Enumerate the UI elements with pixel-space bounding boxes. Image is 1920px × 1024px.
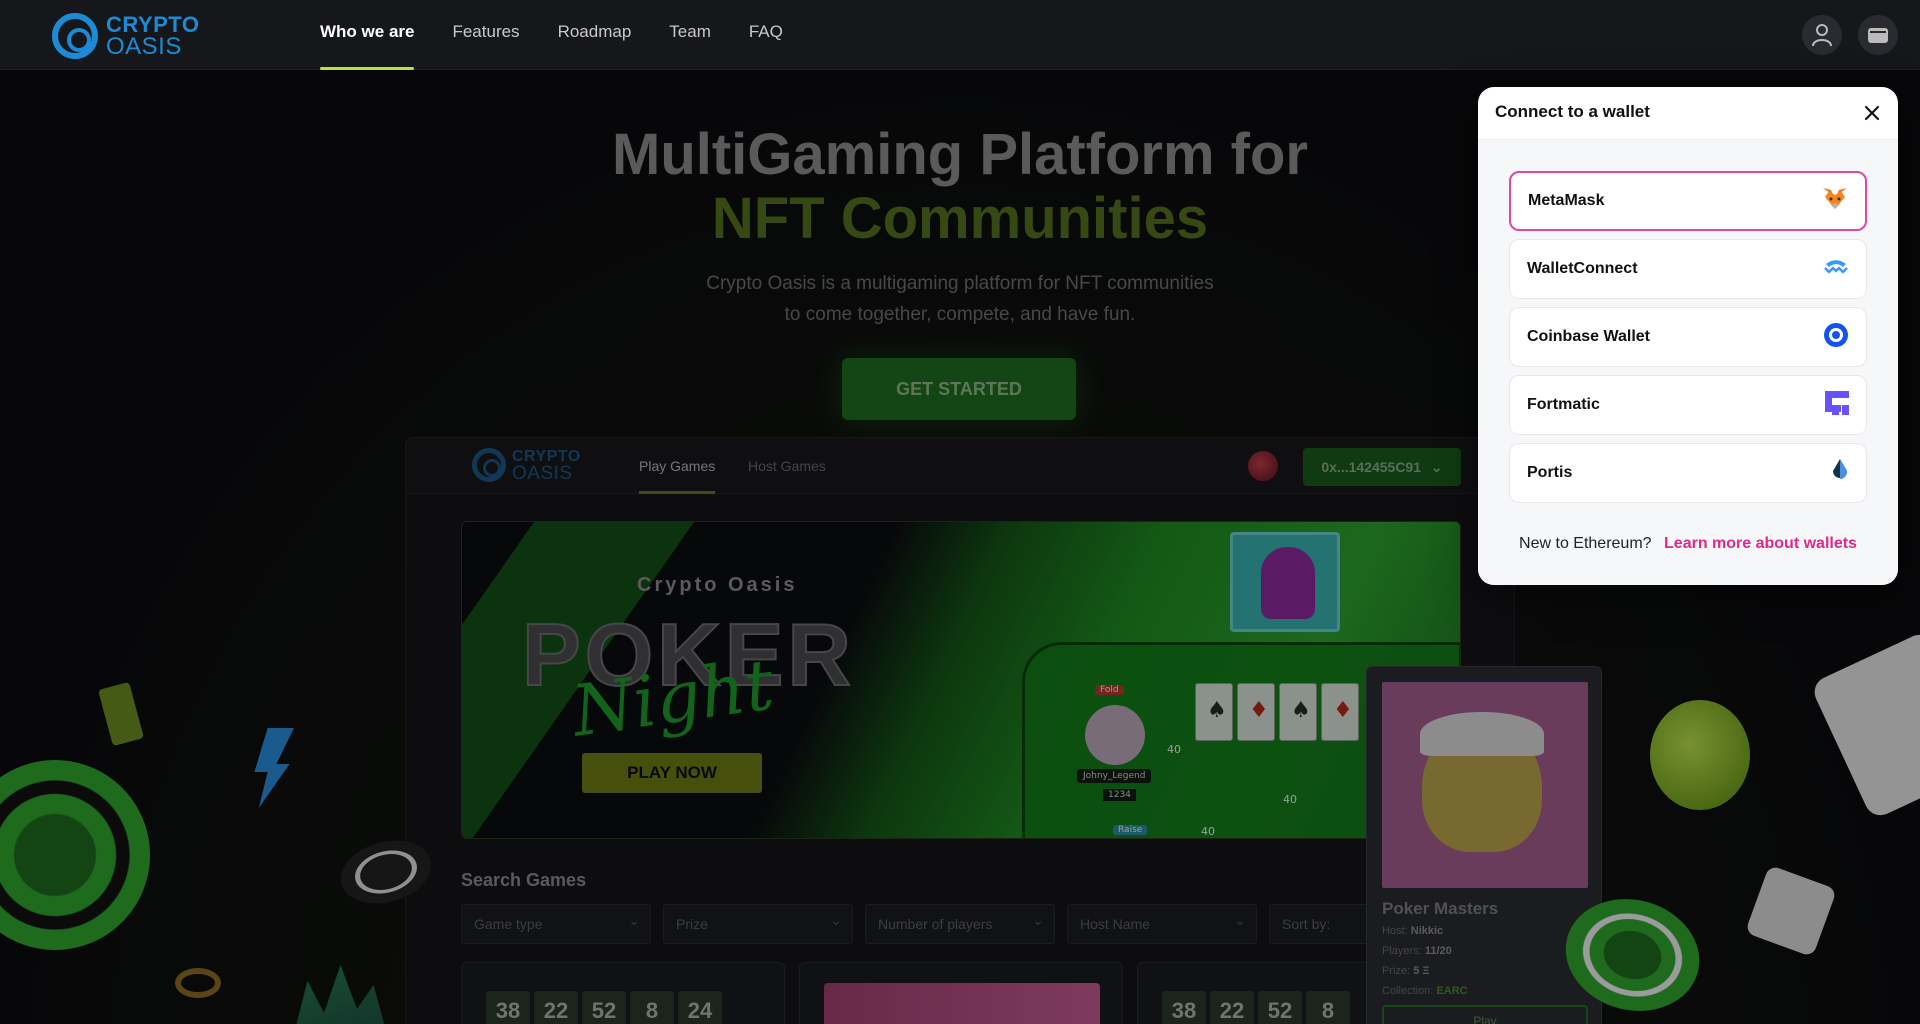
top-navbar: CRYPTO OASIS Who we are Features Roadmap… (0, 0, 1920, 70)
learn-more-wallets-link[interactable]: Learn more about wallets (1664, 535, 1857, 552)
portis-icon (1831, 458, 1849, 488)
nav-faq[interactable]: FAQ (749, 0, 783, 70)
wallet-option-label: MetaMask (1528, 192, 1605, 209)
wallet-option-coinbase[interactable]: Coinbase Wallet (1509, 307, 1867, 367)
connect-wallet-modal: Connect to a wallet MetaMask WalletConne… (1478, 87, 1898, 585)
wallet-option-walletconnect[interactable]: WalletConnect (1509, 239, 1867, 299)
modal-title: Connect to a wallet (1495, 102, 1650, 121)
wallet-option-metamask[interactable]: MetaMask (1509, 171, 1867, 231)
metamask-fox-icon (1822, 187, 1848, 216)
brand-logo[interactable]: CRYPTO OASIS (52, 13, 199, 59)
wallet-option-fortmatic[interactable]: Fortmatic (1509, 375, 1867, 435)
nav-who-we-are[interactable]: Who we are (320, 0, 415, 70)
wallet-icon[interactable] (1858, 15, 1898, 55)
wallet-option-portis[interactable]: Portis (1509, 443, 1867, 503)
modal-body: MetaMask WalletConnect Coinbase Wallet F… (1478, 140, 1898, 585)
fortmatic-icon (1825, 390, 1849, 420)
new-to-ethereum-text: New to Ethereum? (1519, 535, 1652, 552)
wallet-option-label: WalletConnect (1527, 260, 1638, 277)
close-icon[interactable] (1858, 99, 1886, 127)
modal-header: Connect to a wallet (1478, 87, 1898, 140)
wallet-option-label: Portis (1527, 464, 1573, 481)
brand-line2: OASIS (106, 33, 182, 60)
coinbase-icon (1823, 322, 1849, 353)
nav-team[interactable]: Team (669, 0, 711, 70)
nav-roadmap[interactable]: Roadmap (558, 0, 632, 70)
nav-features[interactable]: Features (452, 0, 519, 70)
user-icon[interactable] (1802, 15, 1842, 55)
nav-links: Who we are Features Roadmap Team FAQ (320, 0, 821, 70)
walletconnect-icon (1823, 259, 1849, 280)
logo-icon (52, 13, 98, 59)
wallet-option-label: Fortmatic (1527, 396, 1600, 413)
wallet-option-label: Coinbase Wallet (1527, 328, 1650, 345)
modal-footer: New to Ethereum? Learn more about wallet… (1478, 535, 1898, 553)
